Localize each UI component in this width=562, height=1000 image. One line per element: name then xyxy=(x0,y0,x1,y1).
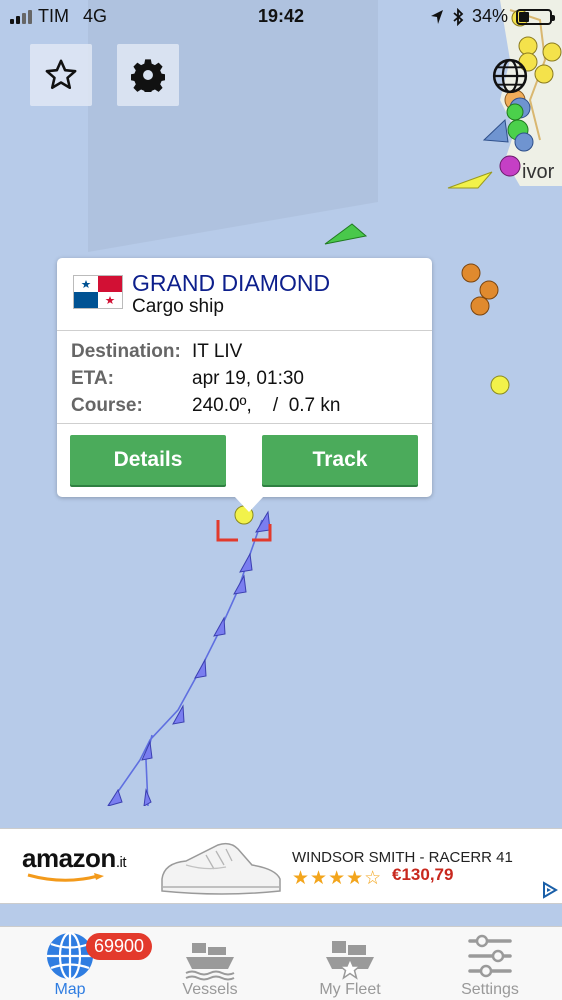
destination-row: Destination: IT LIV xyxy=(71,338,340,365)
amazon-domain: .it xyxy=(115,854,127,871)
amazon-smile-icon xyxy=(27,873,104,882)
bluetooth-icon xyxy=(453,7,464,26)
eta-label: ETA: xyxy=(71,367,114,389)
eta-row: ETA: apr 19, 01:30 xyxy=(71,365,340,392)
popup-header: GRAND DIAMOND Cargo ship xyxy=(57,258,432,331)
battery-percent: 34% xyxy=(471,6,508,26)
location-arrow-icon xyxy=(430,9,443,24)
vessel-yellow-arrow[interactable] xyxy=(447,171,493,189)
track-button[interactable]: Track xyxy=(262,435,418,485)
vessel-info-popup: GRAND DIAMOND Cargo ship Destination: IT… xyxy=(57,258,432,512)
course-row: Course: 240.0º, / 0.7 kn xyxy=(71,392,340,419)
amazon-logo: amazon.it xyxy=(22,843,126,874)
ad-banner[interactable]: amazon.it WINDSOR SMITH - RACERR 41 ★★★★… xyxy=(0,828,562,904)
amazon-brand: amazon xyxy=(22,843,116,873)
sliders-icon xyxy=(468,934,512,978)
ship-name[interactable]: GRAND DIAMOND xyxy=(132,270,330,297)
globe-icon xyxy=(492,58,528,94)
tab-settings[interactable]: Settings xyxy=(420,927,560,1000)
tab-map-label: Map xyxy=(54,981,86,998)
panama-flag-icon xyxy=(73,275,123,309)
map-zone xyxy=(88,0,378,252)
vessel-orange-group[interactable] xyxy=(461,263,499,316)
bottom-tab-bar: Map 69900 Vessels My Fleet Settings xyxy=(0,926,562,1000)
course-label: Course: xyxy=(71,394,143,416)
course-value: 240.0º, / 0.7 kn xyxy=(192,394,341,416)
destination-label: Destination: xyxy=(71,340,181,362)
tab-vessels-label: Vessels xyxy=(182,981,238,998)
vessel-count-badge: 69900 xyxy=(86,933,153,960)
star-icon xyxy=(45,59,77,90)
map-layers-button[interactable] xyxy=(482,48,538,104)
ad-choices-icon[interactable] xyxy=(538,879,560,901)
destination-value: IT LIV xyxy=(192,340,243,362)
popup-divider xyxy=(57,423,432,424)
ad-price: €130,79 xyxy=(392,865,454,884)
ad-rating-stars: ★★★★☆ xyxy=(292,868,383,889)
status-bar: TIM 4G 19:42 34% xyxy=(0,0,562,34)
battery-icon xyxy=(516,8,555,25)
ad-product-title: WINDSOR SMITH - RACERR 41 xyxy=(292,849,513,866)
details-button[interactable]: Details xyxy=(70,435,226,485)
gear-icon xyxy=(131,59,165,92)
settings-gear-button[interactable] xyxy=(117,44,179,106)
tab-vessels[interactable]: Vessels xyxy=(140,927,280,1000)
ship-type: Cargo ship xyxy=(132,296,224,317)
vessel-track-line xyxy=(107,519,263,806)
fleet-ship-star-icon xyxy=(326,941,374,980)
vessel-details-list: Destination: IT LIV ETA: apr 19, 01:30 C… xyxy=(71,338,340,419)
vessel-green-arrow[interactable] xyxy=(324,223,368,245)
favorite-button[interactable] xyxy=(30,44,92,106)
track-markers xyxy=(107,510,271,806)
cargo-ship-icon xyxy=(185,943,235,981)
city-label: ivor xyxy=(522,161,555,183)
tab-settings-label: Settings xyxy=(461,981,519,998)
sneaker-image xyxy=(161,842,281,895)
vessel-yellow-dot[interactable] xyxy=(490,375,510,395)
tab-my-fleet[interactable]: My Fleet xyxy=(280,927,420,1000)
eta-value: apr 19, 01:30 xyxy=(192,367,304,389)
tab-my-fleet-label: My Fleet xyxy=(319,981,381,998)
